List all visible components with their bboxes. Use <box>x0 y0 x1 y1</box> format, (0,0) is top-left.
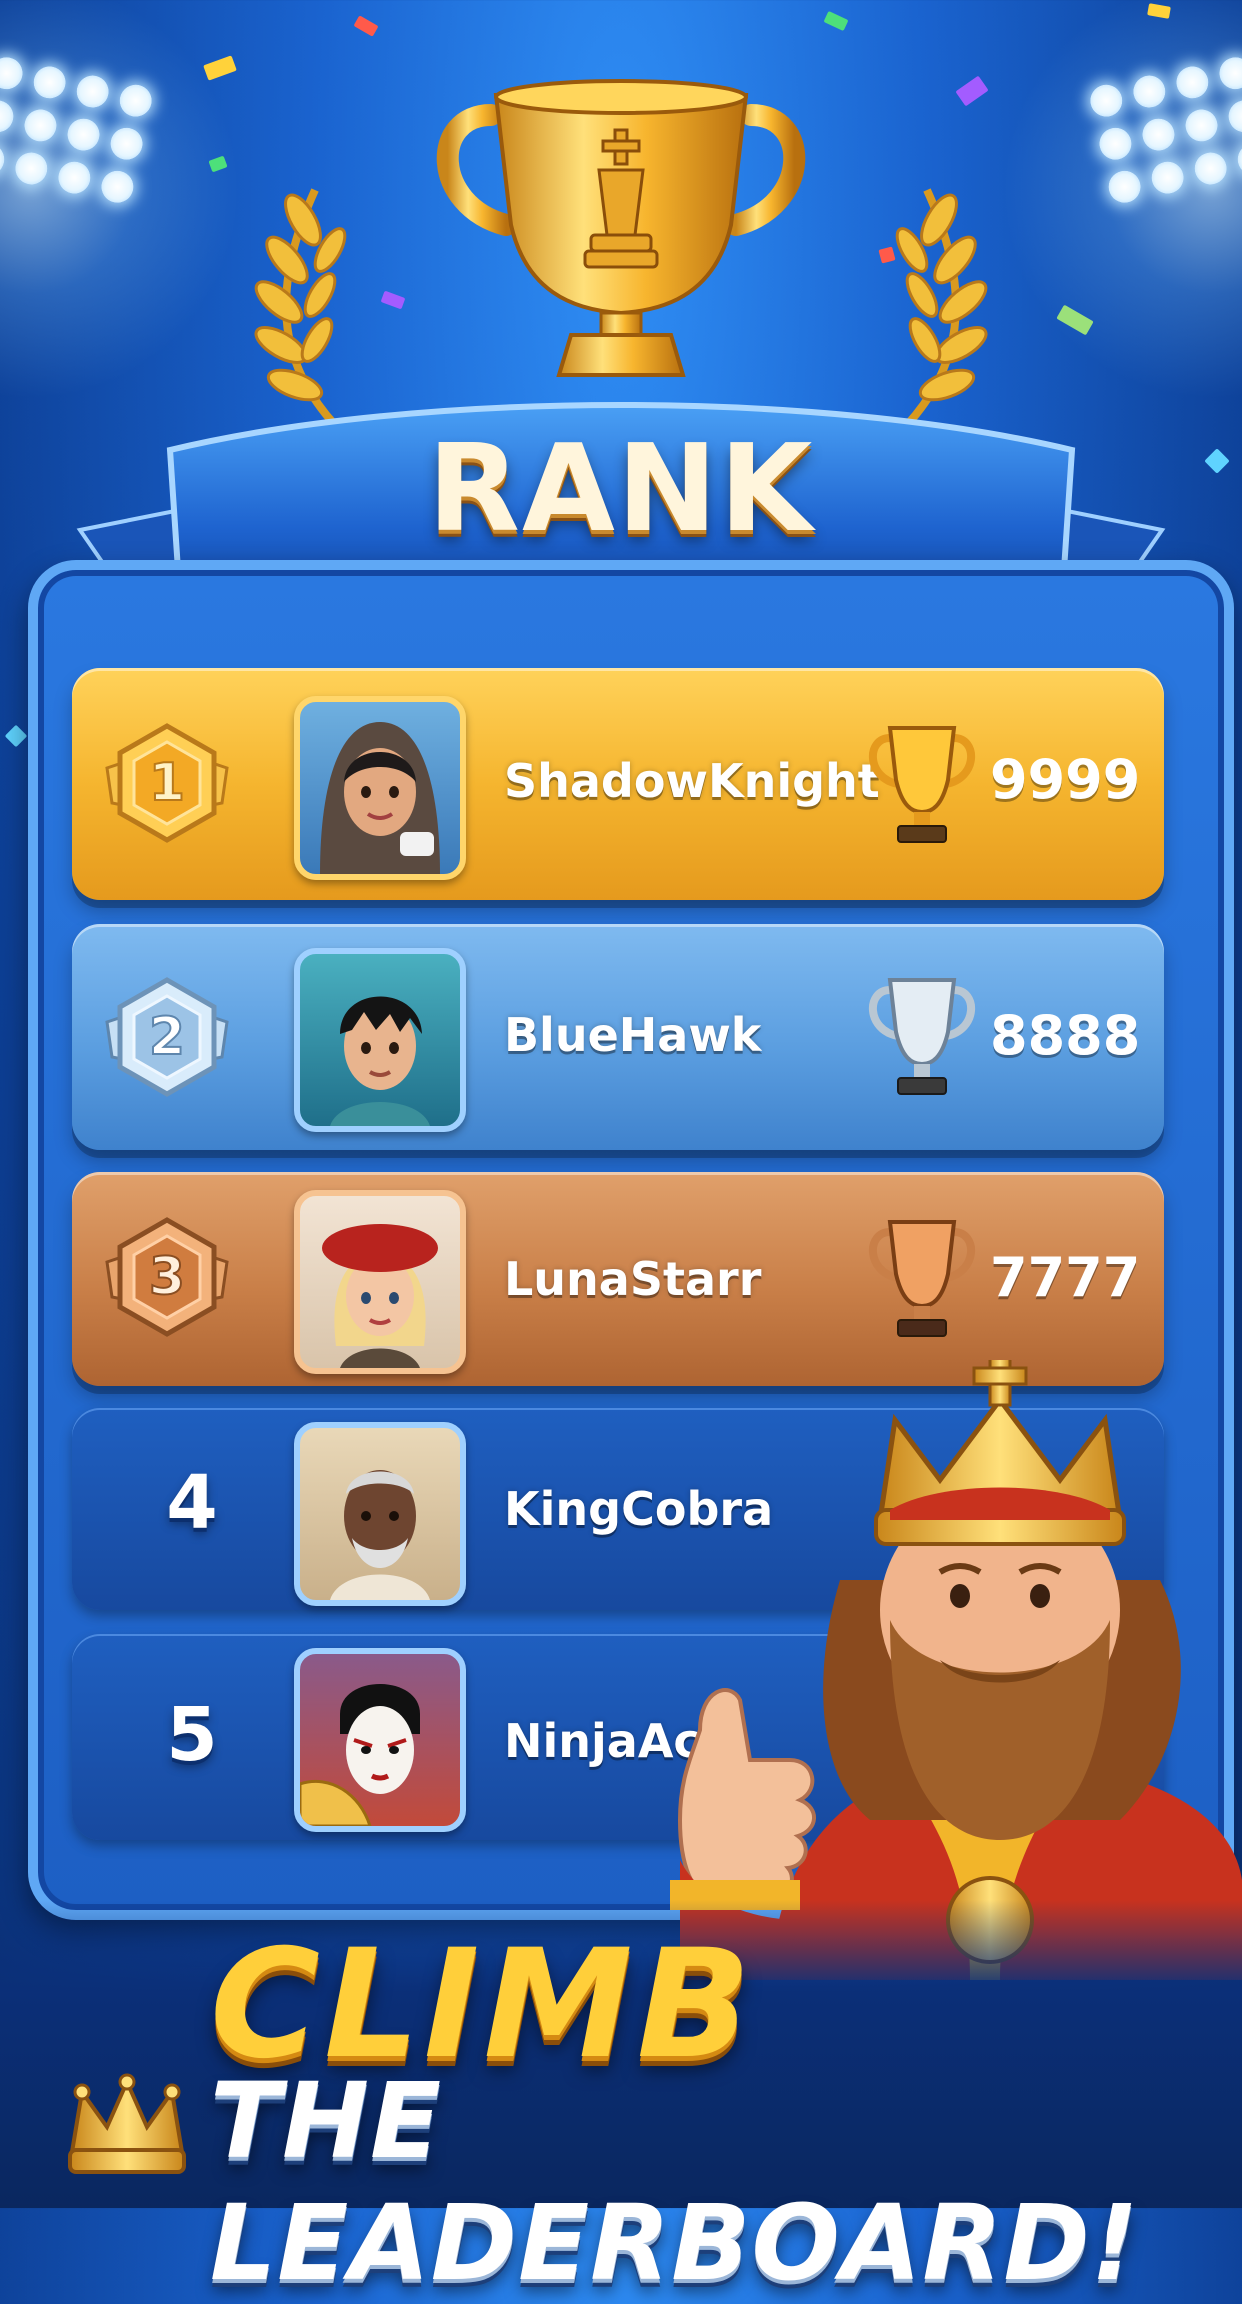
player-avatar <box>294 696 466 880</box>
rank-number: 1 <box>149 753 185 813</box>
young-man-avatar-icon <box>330 996 430 1126</box>
rank-number: 3 <box>149 1247 185 1307</box>
king-mascot-thumbs-up <box>670 1360 1242 1980</box>
bronze-rank-badge-icon: 3 <box>105 1217 229 1337</box>
bronze-trophy-icon <box>869 1220 975 1337</box>
silver-trophy-icon <box>869 978 975 1095</box>
player-avatar <box>294 1422 466 1606</box>
player-score: 9999 <box>990 748 1141 811</box>
leaderboard-row-1[interactable]: 1 ShadowKnight 9999 <box>72 668 1164 900</box>
tagline-line2: THE LEADERBOARD! <box>210 2060 1140 2304</box>
player-avatar <box>294 1190 466 1374</box>
player-name: ShadowKnight <box>504 754 880 808</box>
leaderboard-row-2[interactable]: 2 BlueHawk 8888 <box>72 924 1164 1150</box>
silver-rank-badge-icon: 2 <box>105 977 229 1097</box>
rank-number: 4 <box>166 1460 218 1546</box>
kabuki-face-avatar-icon <box>300 1684 420 1826</box>
player-name: BlueHawk <box>504 1008 762 1062</box>
woman-with-hijab-avatar-icon <box>320 722 440 874</box>
crown-icon <box>68 2073 186 2174</box>
stadium-lights-right <box>1002 0 1242 400</box>
player-avatar <box>294 1648 466 1832</box>
elderly-man-avatar-icon <box>330 1470 430 1600</box>
chess-king-trophy-icon <box>436 79 806 377</box>
rank-number: 5 <box>166 1692 218 1778</box>
page-title: RANK <box>427 420 815 559</box>
stadium-lights-left <box>0 0 240 400</box>
player-avatar <box>294 948 466 1132</box>
blonde-woman-beret-avatar-icon <box>322 1224 438 1368</box>
rank-number: 2 <box>149 1007 185 1067</box>
leaderboard-row-3[interactable]: 3 LunaStarr 7777 <box>72 1172 1164 1386</box>
player-score: 8888 <box>990 1004 1141 1067</box>
player-score: 7777 <box>990 1246 1141 1309</box>
gold-trophy-icon <box>869 726 975 843</box>
gold-rank-badge-icon: 1 <box>105 723 229 843</box>
player-name: LunaStarr <box>504 1252 762 1306</box>
